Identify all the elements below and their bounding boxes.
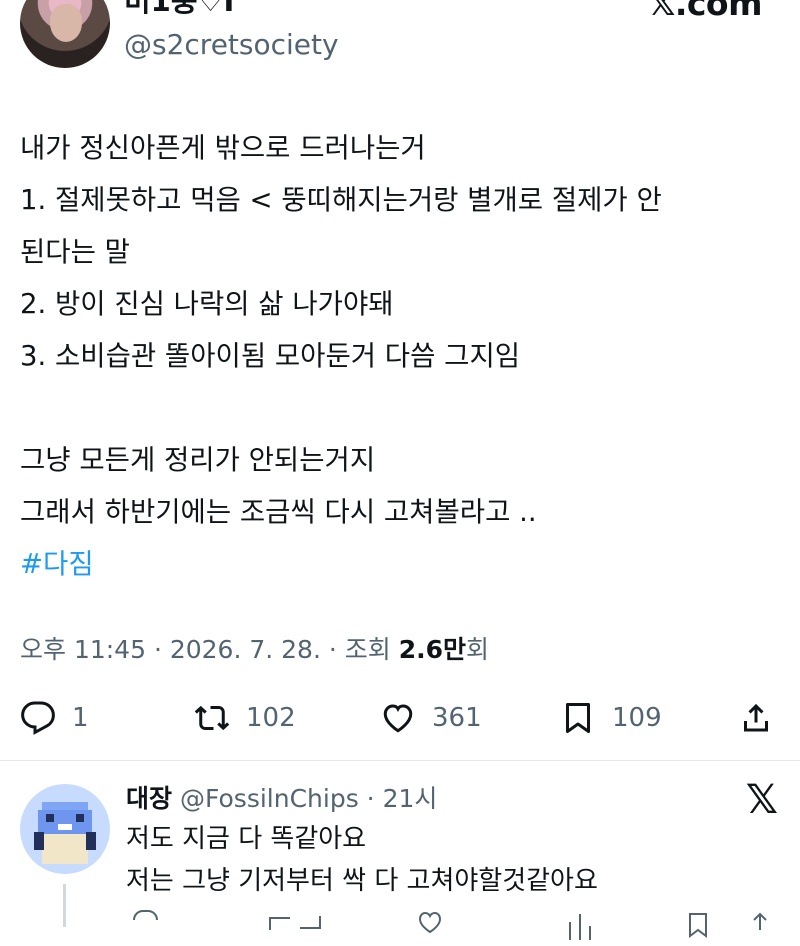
retweet-icon	[194, 705, 230, 731]
view-suffix: 회	[466, 635, 490, 664]
views-icon	[569, 914, 591, 940]
reply-header: 대장 @FossilnChips · 21시	[126, 780, 437, 818]
retweet-button[interactable]: 102	[194, 692, 296, 744]
reply-line: 저도 지금 다 똑같아요	[126, 824, 367, 854]
reply-button[interactable]: 1	[20, 692, 89, 744]
author-handle[interactable]: @s2cretsociety	[124, 28, 339, 62]
share-icon	[753, 912, 767, 930]
tweet-text: 내가 정신아픈게 밖으로 드러나는거 1. 절제못하고 먹음 < 뚱띠해지는거랑…	[20, 122, 780, 590]
reply-action-icons	[133, 910, 767, 940]
tweet-line: 1. 절제못하고 먹음 < 뚱띠해지는거랑 별개로 절제가 안	[20, 184, 662, 216]
reply-count: 1	[72, 703, 89, 733]
reply-text: 저도 지금 다 똑같아요 저는 그냥 기저부터 싹 다 고쳐야할것같아요	[126, 818, 598, 902]
thread-connector	[63, 884, 66, 927]
reply-author-name[interactable]: 대장	[126, 784, 172, 813]
like-icon	[383, 704, 413, 733]
reply-handle-time[interactable]: @FossilnChips · 21시	[180, 784, 437, 813]
reply-icon	[133, 910, 158, 921]
tweet-line: 내가 정신아픈게 밖으로 드러나는거	[20, 132, 426, 164]
tweet-line: 그래서 하반기에는 조금씩 다시 고쳐볼라고 ..	[20, 496, 537, 528]
tweet-time[interactable]: 오후 11:45 · 2026. 7. 28. · 조회	[20, 635, 399, 664]
retweet-icon	[269, 916, 321, 930]
hashtag-link[interactable]: #다짐	[20, 538, 780, 590]
author-display-name[interactable]: 미1풍♡I	[124, 0, 234, 16]
x-logo: 𝕏	[745, 777, 778, 823]
bookmark-button[interactable]: 109	[560, 692, 662, 744]
like-icon	[418, 911, 442, 934]
share-button[interactable]	[738, 692, 774, 744]
x-logo: 𝕏.com	[648, 0, 763, 23]
tweet-line	[20, 382, 780, 434]
reply-icon	[21, 701, 55, 735]
tweet-line: 2. 방이 진심 나락의 삶 나가야돼	[20, 288, 394, 320]
reply-avatar[interactable]	[20, 784, 110, 874]
retweet-count: 102	[246, 703, 296, 733]
reply-action-bar	[130, 910, 780, 940]
tweet-line: 그냥 모든게 정리가 안되는거지	[20, 444, 376, 476]
bookmark-count: 109	[612, 703, 662, 733]
tweet-line: 된다는 말	[20, 236, 130, 268]
tweet-line: 3. 소비습관 똘아이됨 모아둔거 다씀 그지임	[20, 340, 521, 372]
like-count: 361	[432, 703, 482, 733]
bookmark-icon	[689, 913, 707, 938]
divider	[0, 760, 800, 761]
author-avatar[interactable]	[20, 0, 110, 68]
view-count: 2.6만	[398, 635, 466, 664]
tweet-meta: 오후 11:45 · 2026. 7. 28. · 조회 2.6만회	[20, 628, 489, 672]
like-button[interactable]: 361	[380, 692, 482, 744]
bookmark-icon	[566, 703, 590, 733]
reply-line: 저는 그냥 기저부터 싹 다 고쳐야할것같아요	[126, 866, 598, 896]
share-icon	[744, 703, 768, 732]
